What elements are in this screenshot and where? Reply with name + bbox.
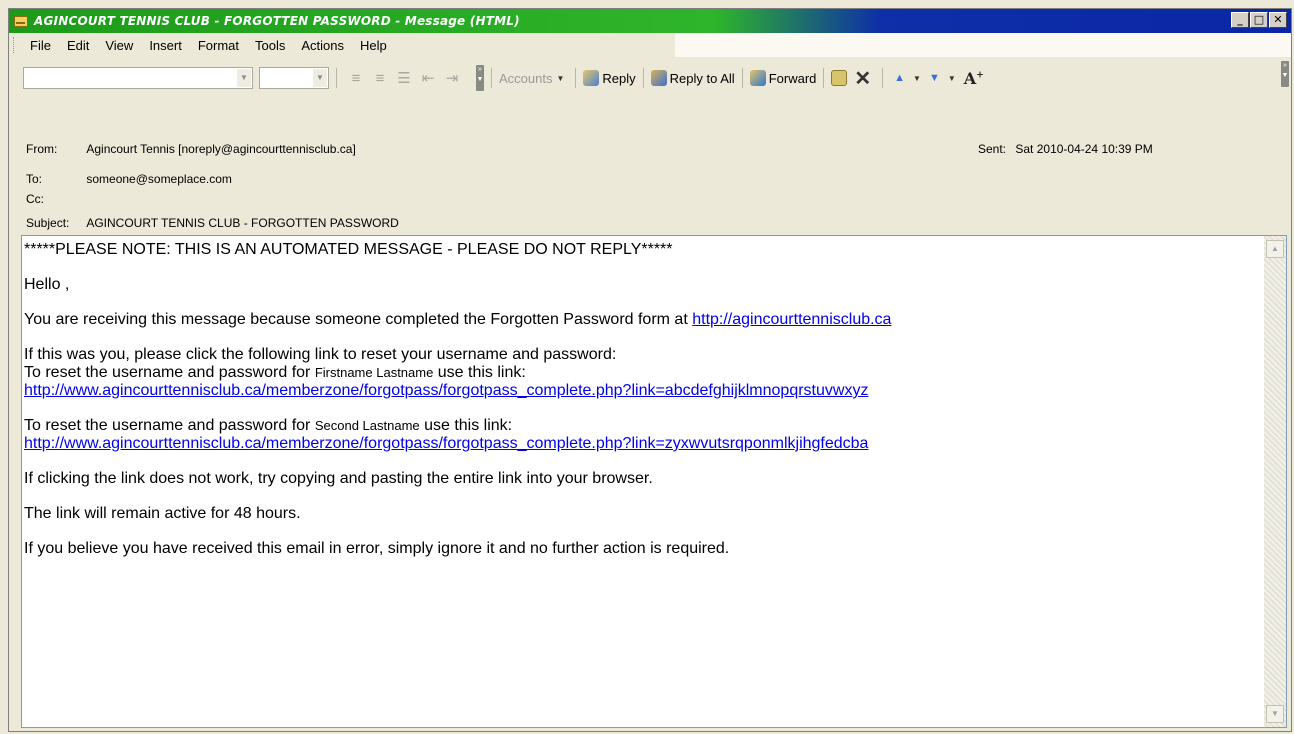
title-bar[interactable]: AGINCOURT TENNIS CLUB - FORGOTTEN PASSWO…: [9, 9, 1291, 33]
reset-suffix: use this link:: [419, 417, 513, 434]
toolbar-options-icon[interactable]: » ▼: [1281, 61, 1289, 87]
toolbar-separator: [575, 68, 577, 88]
accounts-label: Accounts: [499, 70, 553, 86]
toolbar-separator: [741, 68, 743, 88]
style-combo[interactable]: ▼: [23, 67, 253, 89]
menu-grip[interactable]: [13, 37, 17, 53]
reason-text: You are receiving this message because s…: [24, 311, 693, 328]
cc-row: Cc:: [26, 192, 86, 206]
envelope-icon: [14, 15, 28, 27]
menu-help[interactable]: Help: [352, 38, 395, 53]
automated-notice: *****PLEASE NOTE: THIS IS AN AUTOMATED M…: [24, 241, 673, 258]
toolbar-separator: [642, 68, 644, 88]
chevron-down-icon[interactable]: ▼: [913, 74, 921, 83]
decrease-indent-icon[interactable]: ⇤: [420, 69, 436, 87]
vertical-scrollbar[interactable]: ▲ ▼: [1264, 236, 1286, 727]
subject-row: Subject: AGINCOURT TENNIS CLUB - FORGOTT…: [26, 216, 399, 230]
first-reset-link-line: http://www.agincourttennisclub.ca/member…: [24, 382, 1256, 400]
accounts-button[interactable]: Accounts ▼: [499, 71, 568, 86]
reply-label: Reply: [602, 70, 636, 86]
toolbar: ▼ ▼ ≡ ≡ ☰ ⇤ ⇥ » ▼ Accounts ▼ Reply Reply t…: [9, 57, 1291, 99]
chevron-down-icon: ▼: [556, 73, 565, 83]
forward-label: Forward: [768, 70, 817, 86]
reply-button[interactable]: Reply: [583, 70, 636, 86]
first-reset-line: To reset the username and password for F…: [24, 364, 1256, 382]
second-reset-link[interactable]: http://www.agincourttennisclub.ca/member…: [24, 435, 868, 452]
subject-label: Subject:: [26, 216, 70, 230]
reset-suffix: use this link:: [433, 364, 526, 381]
chevron-down-icon[interactable]: ▼: [948, 74, 956, 83]
reply-all-label: Reply to All: [669, 70, 735, 86]
toolbar-separator: [882, 68, 884, 88]
window-title: AGINCOURT TENNIS CLUB - FORGOTTEN PASSWO…: [34, 14, 520, 28]
chevron-down-icon[interactable]: ▼: [237, 69, 251, 87]
first-reset-link[interactable]: http://www.agincourttennisclub.ca/member…: [24, 382, 868, 399]
message-content: *****PLEASE NOTE: THIS IS AN AUTOMATED M…: [24, 236, 1256, 558]
from-row: From: Agincourt Tennis [noreply@agincour…: [26, 142, 356, 156]
to-value[interactable]: someone@someplace.com: [86, 172, 232, 186]
sent-value: Sat 2010-04-24 10:39 PM: [1015, 142, 1153, 156]
club-website-link[interactable]: http://agincourttennisclub.ca: [692, 311, 891, 328]
toolbar-options-icon[interactable]: » ▼: [476, 65, 484, 91]
menu-insert[interactable]: Insert: [141, 38, 190, 53]
reset-prefix: To reset the username and password for: [24, 364, 315, 381]
reply-icon: [583, 70, 600, 86]
cc-label: Cc:: [26, 192, 44, 206]
second-user-name: Second Lastname: [314, 418, 420, 433]
second-reset-line: To reset the username and password for S…: [24, 417, 1256, 435]
from-label: From:: [26, 142, 58, 156]
toolbar-separator: [491, 68, 492, 88]
reason-paragraph: You are receiving this message because s…: [24, 311, 1256, 329]
bullets-icon[interactable]: ☰: [396, 69, 412, 87]
maximize-button[interactable]: □: [1250, 12, 1268, 28]
move-to-folder-icon[interactable]: [831, 70, 848, 86]
minimize-button[interactable]: _: [1231, 12, 1249, 28]
next-item-icon[interactable]: ▼: [929, 72, 940, 84]
sent-label: Sent:: [978, 142, 1007, 156]
menu-format[interactable]: Format: [190, 38, 247, 53]
font-size-combo[interactable]: ▼: [259, 67, 329, 89]
font-size-icon[interactable]: A+: [964, 69, 984, 88]
message-header: From: Agincourt Tennis [noreply@agincour…: [9, 99, 1291, 239]
greeting: Hello ,: [24, 276, 70, 293]
menu-file[interactable]: File: [22, 38, 59, 53]
toolbar-separator: [336, 68, 337, 88]
increase-indent-icon[interactable]: ⇥: [444, 69, 460, 87]
forward-icon: [749, 70, 766, 86]
menu-edit[interactable]: Edit: [59, 38, 97, 53]
second-reset-link-line: http://www.agincourttennisclub.ca/member…: [24, 435, 1256, 453]
from-value[interactable]: Agincourt Tennis [noreply@agincourttenni…: [86, 142, 355, 156]
menu-actions[interactable]: Actions: [293, 38, 352, 53]
forward-button[interactable]: Forward: [749, 70, 817, 86]
expiry-note: The link will remain active for 48 hours…: [24, 505, 301, 522]
menu-view[interactable]: View: [97, 38, 141, 53]
previous-item-icon[interactable]: ▲: [894, 72, 905, 84]
message-body[interactable]: *****PLEASE NOTE: THIS IS AN AUTOMATED M…: [21, 235, 1287, 728]
menu-bar-fill: [674, 33, 1291, 57]
delete-icon[interactable]: ✕: [854, 66, 871, 91]
subject-value: AGINCOURT TENNIS CLUB - FORGOTTEN PASSWO…: [86, 216, 399, 230]
copy-hint: If clicking the link does not work, try …: [24, 470, 653, 487]
to-row: To: someone@someplace.com: [26, 172, 232, 186]
scroll-up-icon[interactable]: ▲: [1266, 240, 1284, 258]
close-button[interactable]: ✕: [1269, 12, 1287, 28]
chevron-down-icon[interactable]: ▼: [313, 69, 327, 87]
align-left-icon[interactable]: ≡: [348, 70, 364, 87]
error-note: If you believe you have received this em…: [24, 540, 730, 557]
toolbar-separator: [823, 68, 825, 88]
menu-bar: File Edit View Insert Format Tools Actio…: [9, 33, 1291, 57]
message-window: AGINCOURT TENNIS CLUB - FORGOTTEN PASSWO…: [8, 8, 1292, 732]
align-center-icon[interactable]: ≡: [372, 70, 388, 87]
first-user-name: Firstname Lastname: [314, 365, 434, 380]
menu-tools[interactable]: Tools: [247, 38, 293, 53]
scroll-down-icon[interactable]: ▼: [1266, 705, 1284, 723]
to-label: To:: [26, 172, 43, 186]
reply-all-icon: [650, 70, 667, 86]
reset-prefix: To reset the username and password for: [24, 417, 315, 434]
sent-row: Sent: Sat 2010-04-24 10:39 PM: [978, 142, 1153, 156]
window-controls: _ □ ✕: [1231, 12, 1287, 28]
instruction-text: If this was you, please click the follow…: [24, 346, 617, 363]
reply-all-button[interactable]: Reply to All: [650, 70, 735, 86]
